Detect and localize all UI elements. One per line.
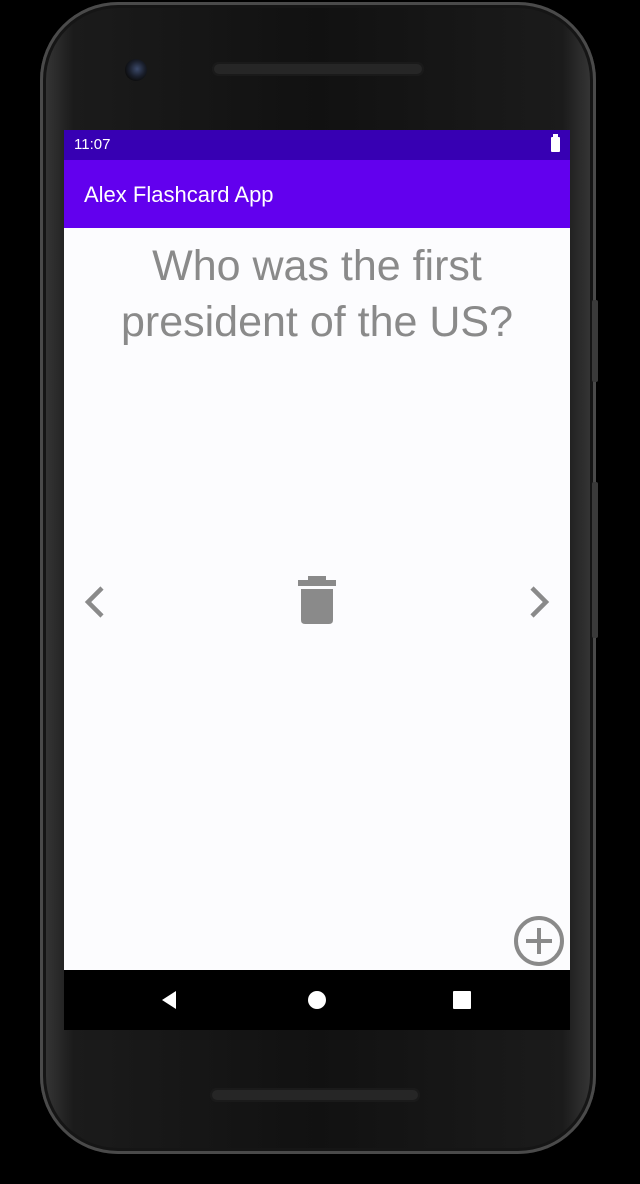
add-card-button[interactable]	[512, 914, 566, 968]
chevron-right-icon	[530, 586, 550, 618]
app-title: Alex Flashcard App	[84, 182, 274, 207]
status-time: 11:07	[74, 136, 111, 153]
app-bar: Alex Flashcard App	[64, 160, 570, 228]
status-bar: 11:07	[64, 130, 570, 160]
power-button	[592, 482, 598, 638]
app-screen: 11:07 Alex Flashcard App Who was the fir…	[64, 130, 570, 970]
question-line-2: president of the US?	[120, 298, 514, 346]
add-circle-icon	[514, 916, 564, 966]
earpiece-speaker	[212, 62, 424, 76]
flashcard-question[interactable]: Who was the first president of the US?	[64, 238, 570, 350]
recents-button[interactable]	[450, 988, 474, 1012]
delete-card-button[interactable]	[294, 574, 340, 626]
previous-card-button[interactable]	[80, 582, 110, 622]
bottom-speaker	[210, 1088, 420, 1102]
next-card-button[interactable]	[524, 582, 554, 622]
recents-square-icon	[453, 991, 471, 1009]
battery-full-icon	[551, 134, 560, 152]
system-navigation-bar	[64, 970, 570, 1030]
back-triangle-icon	[162, 991, 176, 1009]
back-button[interactable]	[158, 988, 182, 1012]
home-circle-icon	[308, 991, 326, 1009]
volume-button	[592, 300, 598, 382]
trash-icon	[298, 576, 336, 624]
front-camera	[125, 59, 147, 81]
chevron-left-icon	[84, 586, 104, 618]
home-button[interactable]	[305, 988, 329, 1012]
question-line-1: Who was the first	[152, 242, 482, 290]
